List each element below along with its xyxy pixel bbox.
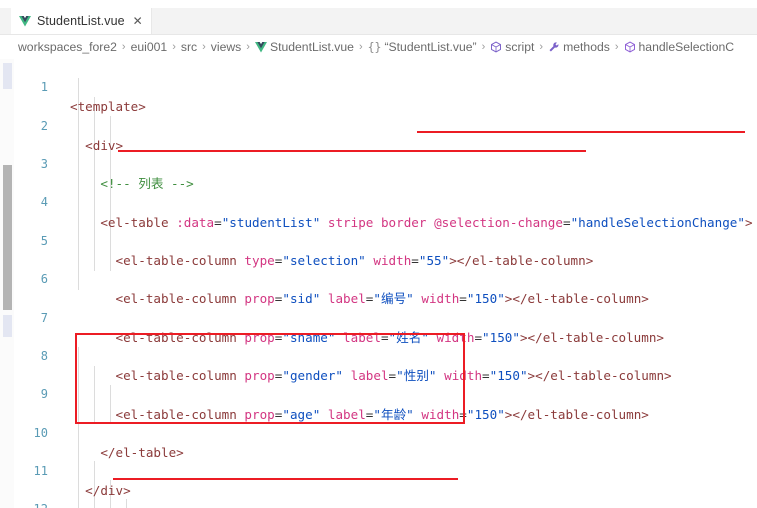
breadcrumb-label: src [180,40,198,54]
breadcrumb-label: eui001 [130,40,168,54]
cube-purple-icon [624,41,636,53]
code-line[interactable]: 7 <el-table-column prop="sname" label="姓… [0,289,757,345]
breadcrumb-label: views [210,40,242,54]
editor-tab-bar: StudentList.vue ✕ [0,8,757,35]
breadcrumb-label: StudentList.vue [269,40,354,54]
line-number: 11 [33,464,48,479]
vscode-editor-window: <el-table-column prop="sname" label="姓名"… [0,0,757,508]
breadcrumb-separator: › [121,41,126,53]
tab-studentlist-vue[interactable]: StudentList.vue ✕ [11,8,152,34]
line-number: 4 [40,195,48,210]
breadcrumb-item-studentlist-vue[interactable]: StudentList.vue [254,40,354,54]
line-number: 1 [40,80,48,95]
clipped-code-line-above: <el-table-column prop="sname" label="姓名"… [0,0,757,9]
breadcrumb-label: handleSelectionC [638,40,735,54]
breadcrumb: workspaces_fore2 › eui001 › src › views … [0,35,757,59]
code-line[interactable]: 6 <el-table-column prop="sid" label="编号"… [0,251,757,306]
vue-logo-icon [19,15,31,27]
breadcrumb-label: workspaces_fore2 [18,40,117,54]
breadcrumb-separator: › [614,41,619,53]
breadcrumb-separator: › [172,41,176,53]
vue-logo-icon [254,41,267,53]
code-line[interactable]: 9 <el-table-column prop="age" label="年龄"… [0,366,757,421]
line-number: 6 [40,272,48,287]
code-line[interactable]: 8 <el-table-column prop="gender" label="… [0,328,757,383]
code-line[interactable]: 12 </template> [0,481,757,508]
breadcrumb-item-script[interactable]: script [490,40,534,54]
breadcrumb-label: “StudentList.vue” [384,40,477,54]
line-number: 10 [33,425,48,440]
breadcrumb-item-handleselectionchange[interactable]: handleSelectionC [624,40,735,54]
line-number: 3 [40,156,48,171]
breadcrumb-separator: › [539,41,544,53]
breadcrumb-separator: › [481,41,486,53]
line-number: 9 [40,387,48,402]
wrench-icon [548,41,560,53]
breadcrumb-separator: › [202,41,206,53]
code-line[interactable]: 2 <div> [0,97,757,153]
cube-icon [490,41,502,53]
line-number: 12 [0,500,48,508]
breadcrumb-item-workspaces_fore2[interactable]: workspaces_fore2 [18,40,117,54]
breadcrumb-separator: › [358,41,363,53]
close-icon[interactable]: ✕ [131,14,145,28]
breadcrumb-item-views[interactable]: views [211,40,241,54]
breadcrumb-item-methods[interactable]: methods [548,40,610,54]
line-number: 2 [40,118,48,133]
breadcrumb-item-eui001[interactable]: eui001 [131,40,168,54]
breadcrumb-label: methods [563,40,610,54]
code-line[interactable]: 11 </div> [0,443,757,498]
code-editor[interactable]: 1 <template> 2 <div> 3 <!-- 列表 --> 4 <el… [0,59,757,508]
code-line[interactable]: 5 <el-table-column type="selection" widt… [0,213,757,268]
code-content[interactable]: 1 <template> 2 <div> 3 <!-- 列表 --> 4 <el… [0,59,757,508]
line-number: 5 [40,233,48,248]
line-number: 8 [40,348,48,363]
breadcrumb-item-module[interactable]: {} “StudentList.vue” [368,40,477,54]
line-number: 7 [40,310,48,325]
code-line[interactable]: 10 </el-table> [0,404,757,460]
code-line[interactable]: 4 <el-table :data="studentList" stripe b… [0,174,757,229]
code-line[interactable]: 1 <template> [0,59,757,114]
breadcrumb-item-src[interactable]: src [181,40,197,54]
breadcrumb-label: script [505,40,535,54]
code-line[interactable]: 3 <!-- 列表 --> [0,136,757,191]
tab-label: StudentList.vue [37,14,125,28]
braces-icon: {} [367,40,382,54]
breadcrumb-separator: › [246,41,250,53]
